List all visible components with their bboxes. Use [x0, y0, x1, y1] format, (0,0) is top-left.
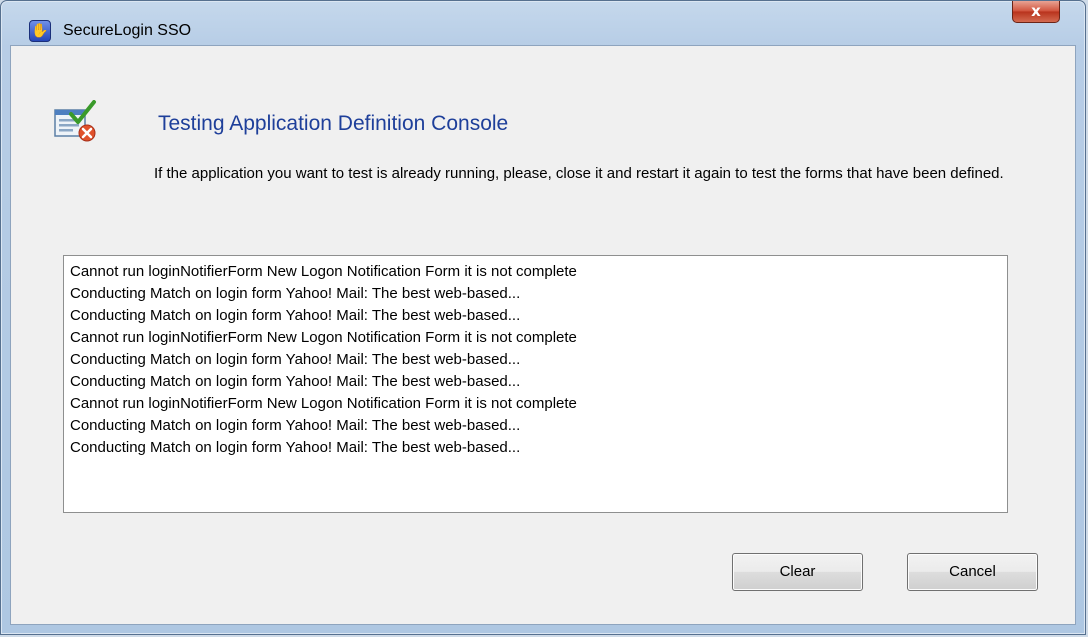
log-line: Conducting Match on login form Yahoo! Ma…	[70, 373, 521, 390]
securelogin-hand-icon: ✋	[29, 20, 51, 42]
dialog-heading: Testing Application Definition Console	[158, 112, 509, 135]
form-test-checkmark-icon	[54, 100, 96, 142]
log-line: Cannot run loginNotifierForm New Logon N…	[70, 395, 577, 412]
log-output-box[interactable]: Cannot run loginNotifierForm New Logon N…	[63, 255, 1008, 513]
instructions-text: If the application you want to test is a…	[154, 165, 1004, 182]
clear-button[interactable]: Clear	[732, 553, 863, 591]
dialog-window: ✋ SecureLogin SSO x Testing Application …	[0, 0, 1086, 635]
log-line: Conducting Match on login form Yahoo! Ma…	[70, 417, 521, 434]
log-line: Conducting Match on login form Yahoo! Ma…	[70, 351, 521, 368]
log-line: Conducting Match on login form Yahoo! Ma…	[70, 285, 521, 302]
log-line: Cannot run loginNotifierForm New Logon N…	[70, 263, 577, 280]
window-title: SecureLogin SSO	[63, 22, 192, 39]
dialog-client-area: Testing Application Definition Console I…	[10, 45, 1076, 625]
log-line: Cannot run loginNotifierForm New Logon N…	[70, 329, 577, 346]
close-button[interactable]: x	[1012, 1, 1060, 23]
log-line: Conducting Match on login form Yahoo! Ma…	[70, 307, 521, 324]
log-line: Conducting Match on login form Yahoo! Ma…	[70, 439, 521, 456]
cancel-button[interactable]: Cancel	[907, 553, 1038, 591]
title-bar[interactable]: ✋ SecureLogin SSO x	[1, 1, 1085, 45]
